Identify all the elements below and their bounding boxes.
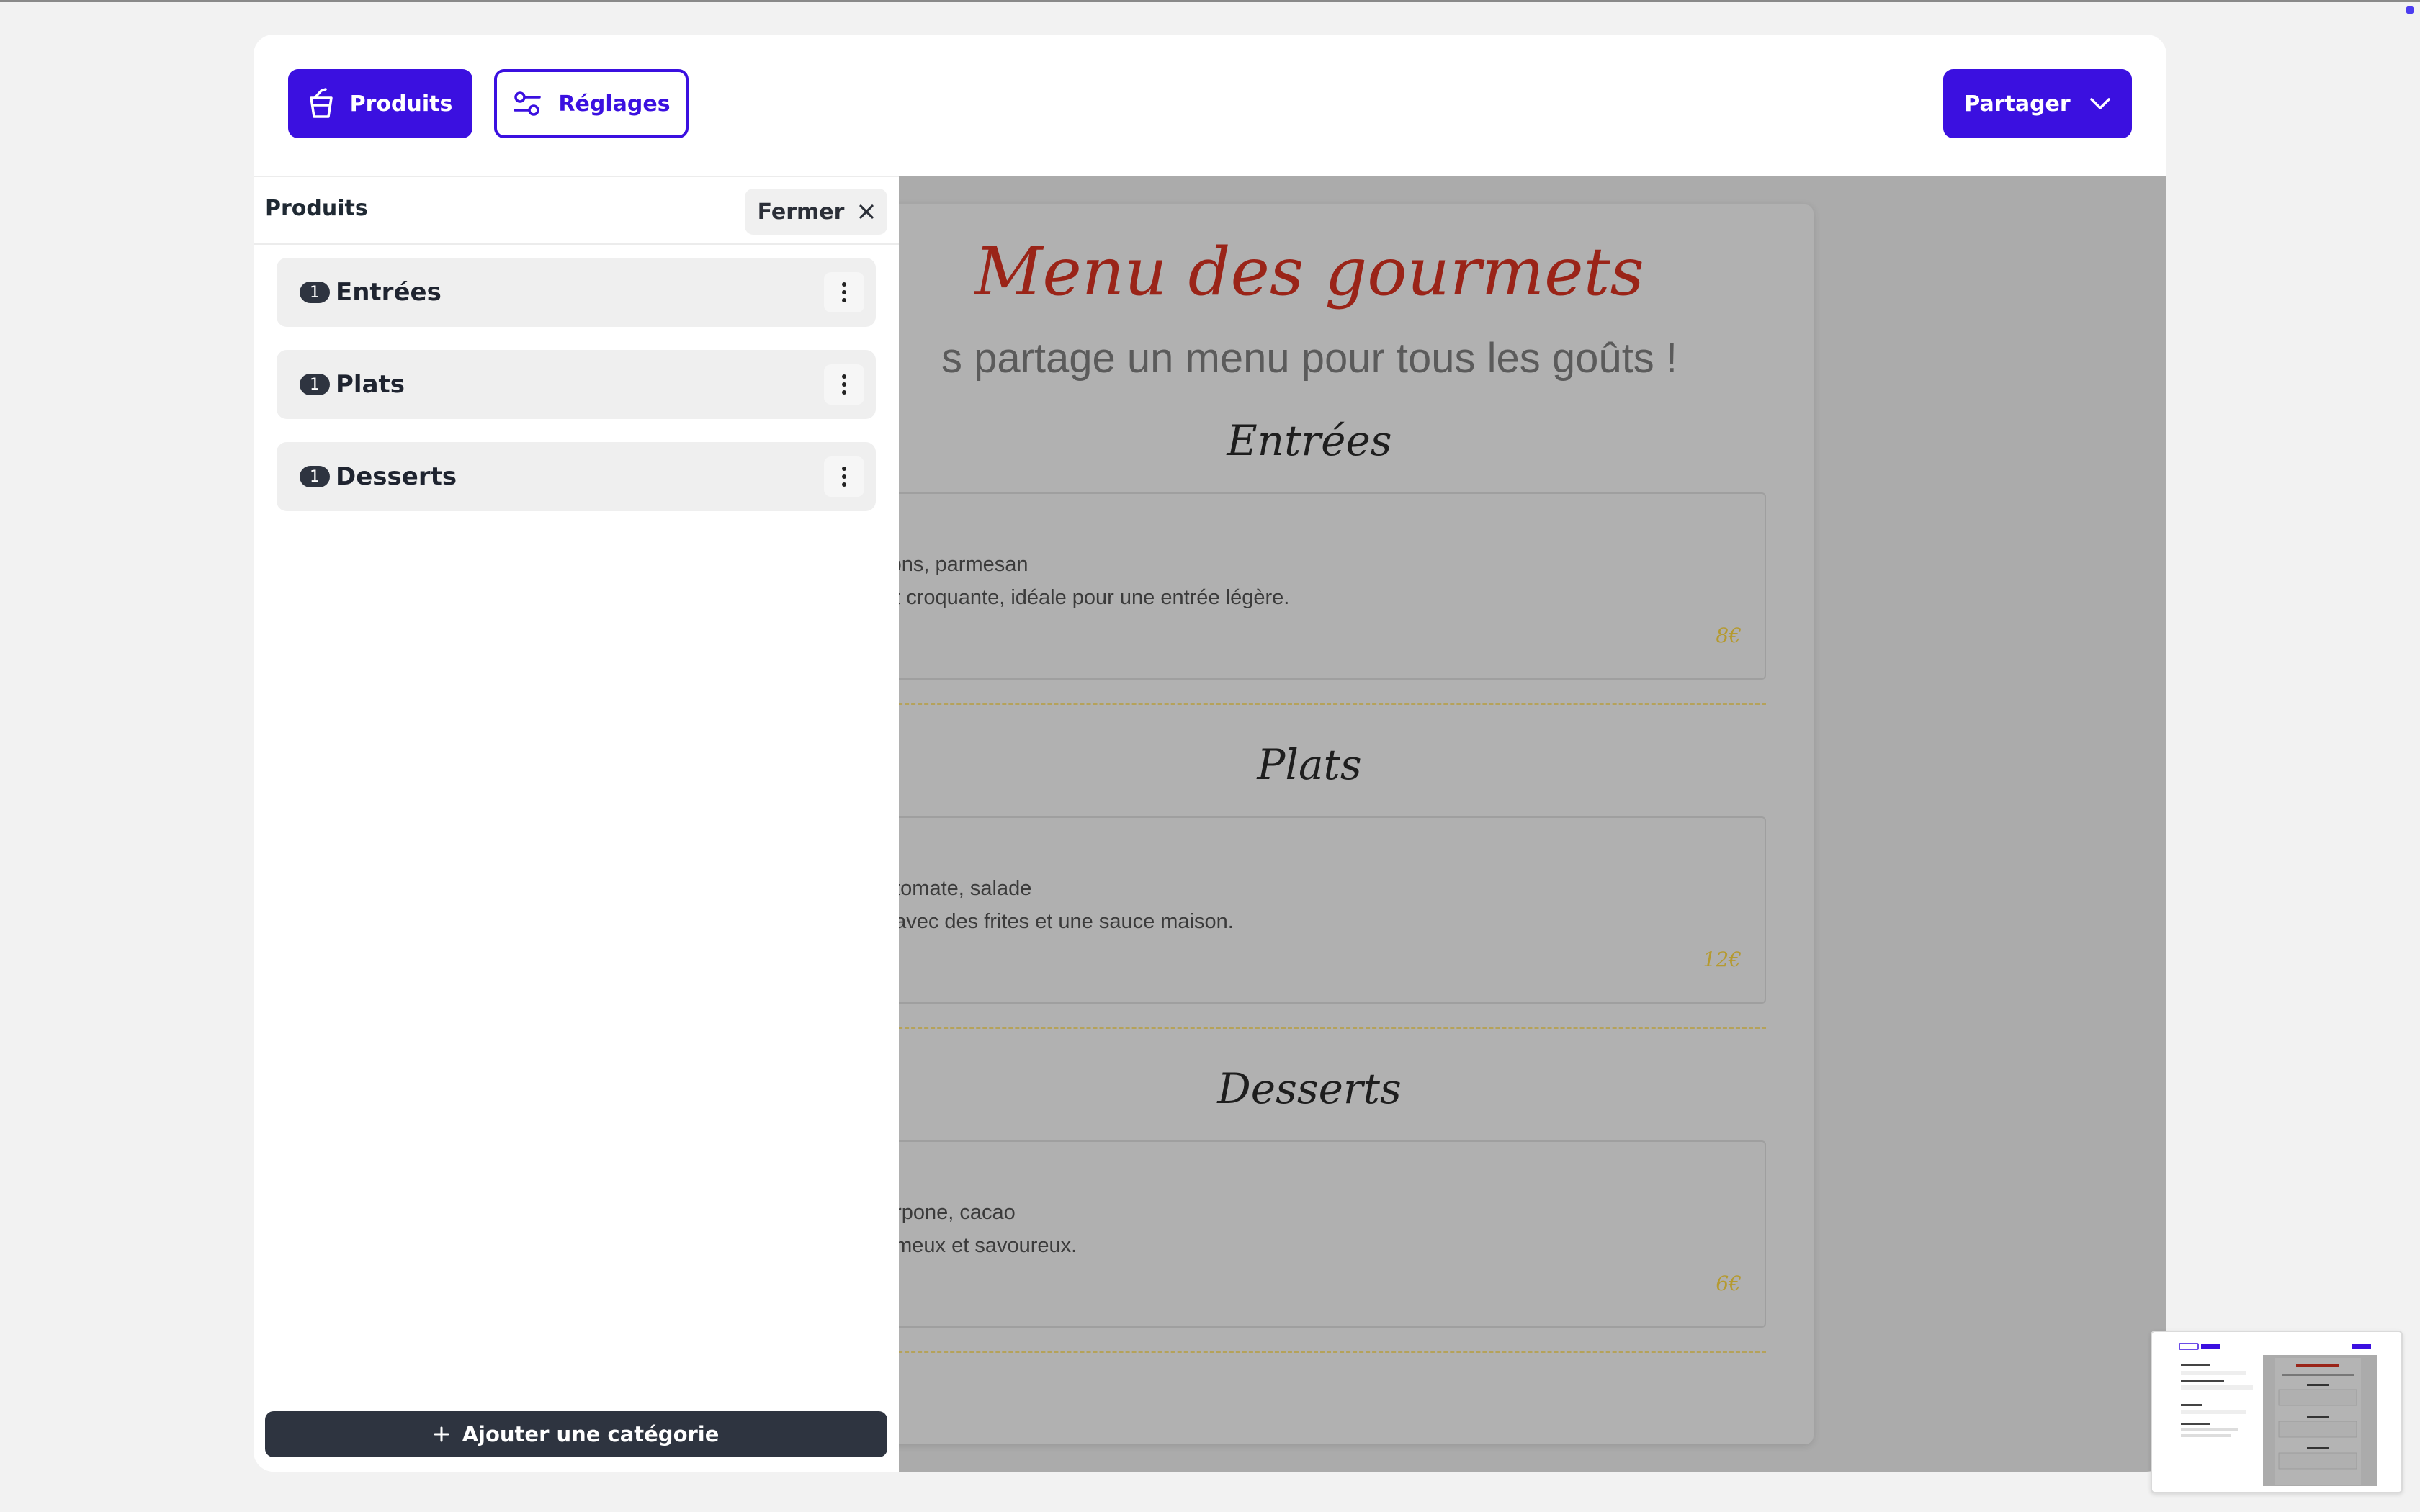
products-panel: Produits Fermer 1 Entrées 1 Plats 1 Dess… [254,176,900,1472]
kebab-icon[interactable] [824,364,864,405]
section-divider [899,1027,1766,1029]
kebab-icon[interactable] [824,456,864,497]
product-description: et croquante, idéale pour une entrée lég… [899,586,1290,609]
product-description: , avec des frites et une sauce maison. [899,910,1234,933]
minimap-thumbnail[interactable] [2151,1331,2403,1493]
menu-sheet: Menu des gourmets s partage un menu pour… [899,204,1814,1444]
category-count-badge: 1 [300,466,330,487]
window-top-border [0,0,2420,2]
product-ingredients: rons, parmesan [899,553,1028,576]
category-count-badge: 1 [300,282,330,303]
share-button[interactable]: Partager [1943,69,2132,138]
category-item-desserts[interactable]: 1 Desserts [277,442,876,511]
section-title-desserts: Desserts [1217,1064,1402,1113]
chevron-down-icon [2089,98,2110,109]
section-title-entrees: Entrées [1227,416,1392,465]
product-price: 12€ [1703,948,1742,971]
menu-title: Menu des gourmets [974,233,1644,310]
product-price: 8€ [1716,624,1742,647]
plus-icon [434,1426,449,1442]
editor-app: Produits Réglages Partager Produits Ferm… [254,35,2166,1472]
add-category-label: Ajouter une catégorie [462,1422,720,1446]
minimap-preview [2152,1332,2401,1492]
product-card[interactable]: , tomate, salade , avec des frites et un… [899,816,1766,1004]
product-card[interactable]: arpone, cacao émeux et savoureux. 6€ [899,1140,1766,1328]
menu-subtitle: s partage un menu pour tous les goûts ! [941,335,1678,382]
menu-preview-area: Menu des gourmets s partage un menu pour… [899,176,2166,1472]
product-price: 6€ [1716,1272,1742,1295]
settings-button-label: Réglages [558,91,671,117]
add-category-button[interactable]: Ajouter une catégorie [265,1411,887,1457]
category-count-badge: 1 [300,374,330,395]
products-button-label: Produits [349,91,453,117]
panel-header: Produits Fermer [254,176,899,245]
cup-icon [309,88,333,118]
product-card[interactable]: rons, parmesan et croquante, idéale pour… [899,492,1766,680]
category-item-plats[interactable]: 1 Plats [277,350,876,419]
status-dot [2406,6,2414,14]
close-icon [859,204,874,219]
share-button-label: Partager [1964,91,2071,117]
top-toolbar: Produits Réglages Partager [254,35,2166,176]
category-label: Plats [336,370,405,399]
category-item-entrees[interactable]: 1 Entrées [277,258,876,327]
products-button[interactable]: Produits [288,69,472,138]
product-ingredients: , tomate, salade [899,877,1032,900]
section-divider [899,703,1766,705]
panel-title: Produits [265,196,368,221]
settings-button[interactable]: Réglages [494,69,689,138]
section-divider [899,1351,1766,1353]
product-ingredients: arpone, cacao [899,1201,1016,1224]
category-list: 1 Entrées 1 Plats 1 Desserts [277,258,876,534]
close-button-label: Fermer [757,199,845,225]
category-label: Desserts [336,462,457,491]
product-description: émeux et savoureux. [899,1234,1077,1257]
kebab-icon[interactable] [824,272,864,312]
sliders-icon [514,91,542,116]
category-label: Entrées [336,278,442,307]
section-title-plats: Plats [1257,740,1362,789]
close-panel-button[interactable]: Fermer [745,189,887,235]
